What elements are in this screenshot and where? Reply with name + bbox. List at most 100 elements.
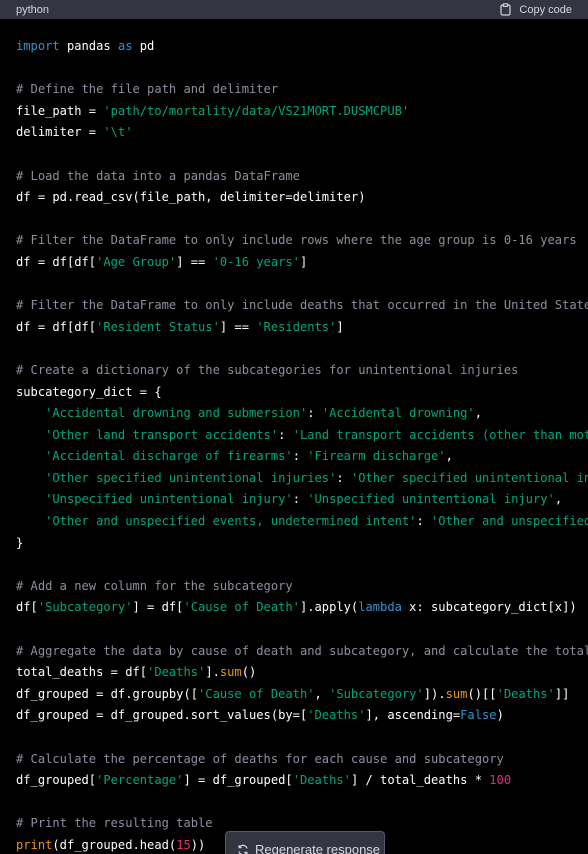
code-token-string: 'Deaths' [292,773,351,788]
code-line: df = df[df['Age Group'] == '0-16 years'] [16,252,588,274]
code-line: 'Other and unspecified events, undetermi… [16,511,588,533]
code-token-text: ] = df[ [132,600,184,615]
code-line: ​ [16,338,588,360]
code-token-string: 'Unspecified unintentional injury' [45,492,293,507]
code-token-text: (df_grouped.head( [52,837,177,852]
code-line: ​ [16,209,588,231]
code-line: # Filter the DataFrame to only include d… [16,295,588,317]
code-line: } [16,533,588,555]
refresh-icon [237,842,249,854]
code-token-text: ] [336,319,344,334]
code-block: python Copy code import pandas as pd ​ # D… [0,0,588,854]
code-line: df_grouped = df_grouped.sort_values(by=[… [16,705,588,727]
code-line: # Aggregate the data by cause of death a… [16,641,588,663]
code-line: df_grouped = df.groupby(['Cause of Death… [16,684,588,706]
code-token-text: pd [132,39,155,53]
code-token-text: () [241,665,257,680]
code-token-keyword: False [460,708,497,723]
code-token-text: ()[[ [467,686,497,701]
code-token-string: 'Accidental drowning and submersion' [45,406,308,421]
code-line: df['Subcategory'] = df['Cause of Death']… [16,597,588,619]
code-line: ​ [16,554,588,576]
code-line: df = pd.read_csv(file_path, delimiter=de… [16,187,588,209]
code-token-text: , [314,686,330,701]
code-token-string: 'Unspecified unintentional injury' [307,492,555,507]
code-token-comment: # Define the file path and delimiter [16,82,279,97]
code-token-text: ] == [219,319,257,334]
code-token-string: 'Land transport accidents (other than mo… [292,427,588,442]
code-token-text: : [292,492,308,507]
code-line: # Add a new column for the subcategory [16,576,588,598]
code-token-text: df = pd.read_csv(file_path, delimiter=de… [16,190,366,205]
code-token-text: pandas [59,39,118,53]
code-line: 'Other land transport accidents': 'Land … [16,425,588,447]
clipboard-icon [500,3,512,16]
code-token-string: 'Percentage' [96,773,184,788]
regenerate-response-button[interactable]: Regenerate response [225,831,385,854]
code-token-comment: # Filter the DataFrame to only include d… [16,298,588,313]
code-token-string: 'Other land transport accidents' [45,427,279,442]
code-line: df = df[df['Resident Status'] == 'Reside… [16,317,588,339]
copy-code-label: Copy code [519,3,572,16]
code-token-string: '\t' [103,125,133,140]
code-token-string: 'Other and unspecified events' [431,514,588,529]
code-token-number: 15 [176,837,191,852]
code-token-string: 'Cause of Death' [198,686,315,701]
copy-code-button[interactable]: Copy code [500,3,572,16]
code-token-string: 'Other and unspecified events, undetermi… [45,514,417,529]
code-line: # Create a dictionary of the subcategori… [16,360,588,382]
code-token-text: ], ascending= [365,708,461,723]
code-line: # Load the data into a pandas DataFrame [16,166,588,188]
code-token-text: total_deaths = df[ [16,665,148,680]
code-token-text: file_path = [16,103,104,118]
code-token-text: ] = df_grouped[ [183,773,293,788]
code-token-number: 100 [489,773,512,788]
code-token-comment: # Aggregate the data by cause of death a… [16,643,588,658]
code-token-text: ]). [423,686,446,701]
code-token-string: 'Subcategory' [37,600,133,615]
code-token-keyword: lambda [358,600,402,615]
code-token-text: } [16,535,24,550]
code-content: import pandas as pd ​ # Define the file pa… [16,36,588,854]
code-token-string: 'Resident Status' [96,319,220,334]
code-line: ​ [16,727,588,749]
code-token-string: 'Cause of Death' [183,600,300,615]
code-token-text: )) [190,837,206,852]
code-line: # Define the file path and delimiter [16,79,588,101]
code-line: import pandas as pd [16,36,588,58]
code-token-text: x: subcategory_dict[x]) [401,600,577,615]
code-token-builtin: sum [445,686,468,701]
code-token-string: 'Firearm discharge' [307,449,446,464]
code-token-string: 'Other specified unintentional injuries' [350,470,588,485]
code-token-keyword: import [16,39,60,53]
code-token-text: ) [496,708,504,723]
language-label: python [16,3,50,16]
code-token-text: : [336,470,351,485]
code-token-string: 'path/to/mortality/data/VS21MORT.DUSMCPU… [103,103,410,118]
code-token-string: 'Other specified unintentional injuries' [45,470,337,485]
code-token-comment: # Filter the DataFrame to only include r… [16,233,577,248]
code-token-comment: # Create a dictionary of the subcategori… [16,362,519,377]
code-line: ​ [16,619,588,641]
code-token-text: ] / total_deaths * [350,773,490,788]
code-token-string: 'Age Group' [96,254,177,269]
code-token-string: '0-16 years' [212,254,300,269]
code-line: file_path = 'path/to/mortality/data/VS21… [16,101,588,123]
code-line: ​ [16,792,588,814]
code-token-text: ]] [554,686,570,701]
code-token-builtin: print [16,837,53,852]
code-line: subcategory_dict = { [16,382,588,404]
code-token-text: ]. [205,665,220,680]
code-token-string: 'Deaths' [496,686,555,701]
code-line: # Calculate the percentage of deaths for… [16,749,588,771]
code-token-text: : [278,427,293,442]
code-token-string: 'Deaths' [307,708,366,723]
code-token-string: 'Accidental drowning' [321,406,475,421]
code-token-text: subcategory_dict = { [16,384,162,399]
